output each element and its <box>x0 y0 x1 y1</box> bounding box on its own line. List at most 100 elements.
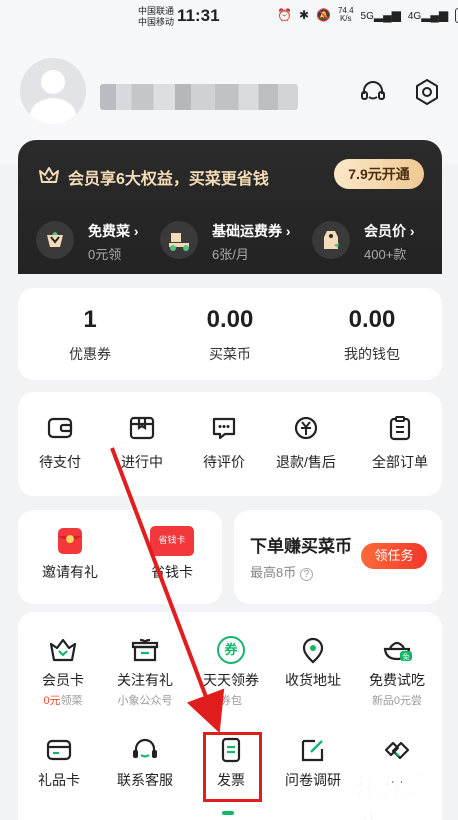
annotation-highlight-box <box>203 732 262 802</box>
avatar-head <box>41 70 65 94</box>
clock: 11:31 <box>177 6 220 25</box>
order-label: 进行中 <box>121 454 163 470</box>
service-delivery-address[interactable]: 收货地址 <box>268 636 358 690</box>
order-label: 退款/售后 <box>276 454 336 470</box>
service-contact-support[interactable]: 联系客服 <box>100 736 190 790</box>
coupon-icon: 券 <box>217 636 245 664</box>
wallet-stats-card: 1 优惠券 0.00 买菜币 0.00 我的钱包 <box>18 288 442 380</box>
net-speed: 74.4 K/s <box>338 7 354 23</box>
benefit-title: 免费菜 › <box>88 223 139 239</box>
order-in-progress[interactable]: 进行中 <box>102 414 182 472</box>
signal-5g: 5G▂▄▆ <box>360 8 401 22</box>
clipboard-icon <box>389 416 411 441</box>
stat-label: 优惠券 <box>69 346 111 362</box>
coupon-badge: 券 <box>224 642 238 657</box>
free-badge: 免 <box>403 652 410 661</box>
benefit-shipping-coupon[interactable]: 基础运费券 › 6张/月 <box>160 215 310 265</box>
service-label: 问卷调研 <box>285 772 341 788</box>
order-label: 待支付 <box>39 454 81 470</box>
service-label: 礼品卡 <box>38 772 80 788</box>
free-veg-glyph <box>47 232 63 247</box>
yuan-refund-icon <box>294 416 318 440</box>
service-label: 收货地址 <box>285 672 341 688</box>
service-free-trial[interactable]: 免 免费试吃 新品0元尝 <box>352 636 442 708</box>
status-bar: 中国联通 中国移动 11:31 ⏰ ✱ 🔕 74.4 K/s 5G▂▄▆ 4G▂… <box>0 0 458 34</box>
earn-coins-card[interactable]: 下单赚买菜币 最高8币 ? 领任务 <box>234 510 442 604</box>
signal-5g-label: 5G <box>360 11 374 22</box>
earn-title: 下单赚买菜币 <box>250 537 352 556</box>
price-tag-icon <box>312 221 350 259</box>
service-sub: 券包 <box>220 695 242 707</box>
benefit-free-veg[interactable]: 免费菜 › 0元领 <box>36 215 156 265</box>
vip-title: 会员享6大权益，买菜更省钱 <box>68 171 269 188</box>
avatar-body <box>30 98 76 124</box>
claim-task-button[interactable]: 领任务 <box>361 543 427 569</box>
package-icon <box>129 416 155 440</box>
earn-sub: 最高8币 ? <box>250 562 313 581</box>
price-tag-glyph <box>324 231 339 249</box>
service-label: 联系客服 <box>117 772 173 788</box>
invite-label: 邀请有礼 <box>42 564 98 580</box>
service-label: 天天领券 <box>203 672 259 688</box>
service-label: 会员卡 <box>42 672 84 688</box>
username-redacted[interactable] <box>100 84 298 110</box>
invite-gift[interactable]: 邀请有礼 <box>30 526 110 582</box>
headset-icon <box>133 738 157 758</box>
benefit-title: 基础运费券 › <box>212 223 291 239</box>
comment-icon <box>212 417 236 440</box>
location-pin-icon <box>302 637 324 664</box>
earn-sub-text: 最高8币 <box>250 565 297 580</box>
savings-card-icon: 省钱卡 <box>150 526 194 556</box>
free-veg-icon <box>36 221 74 259</box>
service-gift-card[interactable]: 礼品卡 <box>14 736 104 790</box>
stat-label: 我的钱包 <box>344 346 400 362</box>
benefit-sub: 6张/月 <box>212 247 249 262</box>
avatar[interactable] <box>20 58 86 124</box>
stat-value: 1 <box>83 306 97 333</box>
gift-card-icon <box>46 739 72 761</box>
basket-icon <box>49 638 77 662</box>
service-member-card[interactable]: 会员卡 0元领菜 <box>18 636 108 708</box>
stat-wallet[interactable]: 0.00 我的钱包 <box>312 306 432 364</box>
signal-4g: 4G▂▄▆ <box>407 8 449 22</box>
invite-savings-card: 邀请有礼 省钱卡 省钱卡 <box>18 510 222 604</box>
settings-icon[interactable] <box>412 77 442 107</box>
service-label: 关注有礼 <box>117 672 173 688</box>
delivery-scooter-icon <box>160 221 198 259</box>
stat-value: 0.00 <box>348 306 396 333</box>
order-to-review[interactable]: 待评价 <box>184 414 264 472</box>
service-label: 免费试吃 <box>369 672 425 688</box>
service-sub-text: 领菜 <box>60 695 83 707</box>
order-pending-payment[interactable]: 待支付 <box>20 414 100 472</box>
service-daily-coupons[interactable]: 券 天天领券 券包 <box>186 636 276 708</box>
stat-grocery-coins[interactable]: 0.00 买菜币 <box>170 306 290 364</box>
page-indicator <box>222 811 234 815</box>
scooter-glyph <box>169 233 189 251</box>
mute-icon: 🔕 <box>316 8 331 22</box>
service-sub: 0元领菜 <box>18 692 108 708</box>
watermark-logo: 乐乐游戏 <box>356 771 438 820</box>
vip-membership-card[interactable]: 会员享6大权益，买菜更省钱 7.9元开通 免费菜 › 0元领 基础运费券 › 6… <box>18 140 442 274</box>
red-envelope-icon <box>58 528 82 554</box>
gift-box-icon <box>131 638 159 662</box>
stat-label: 买菜币 <box>209 346 251 362</box>
savings-card[interactable]: 省钱卡 省钱卡 <box>132 526 212 582</box>
savings-label: 省钱卡 <box>151 564 193 580</box>
free-trial-bowl-icon: 免 <box>383 641 412 661</box>
benefit-title-text: 会员价 <box>364 223 406 239</box>
open-vip-button[interactable]: 7.9元开通 <box>334 159 424 189</box>
order-label: 待评价 <box>203 454 245 470</box>
service-survey[interactable]: 问卷调研 <box>268 736 358 790</box>
customer-service-icon[interactable] <box>358 77 388 107</box>
carrier-1: 中国联通 <box>138 6 175 16</box>
order-refund[interactable]: 退款/售后 <box>266 414 346 472</box>
service-follow-gift[interactable]: 关注有礼 小象公众号 <box>100 636 190 708</box>
question-icon[interactable]: ? <box>299 568 313 581</box>
order-all[interactable]: 全部订单 <box>360 414 440 472</box>
order-label: 全部订单 <box>372 454 428 470</box>
orders-card: 待支付 进行中 待评价 退款/售后 全部订单 <box>18 392 442 496</box>
system-icons: ⏰ ✱ 🔕 74.4 K/s 5G▂▄▆ 4G▂▄▆ 52 <box>277 7 458 23</box>
carrier-2: 中国移动 <box>138 17 175 27</box>
benefit-member-price[interactable]: 会员价 › 400+款 <box>312 215 432 265</box>
stat-coupons[interactable]: 1 优惠券 <box>30 306 150 364</box>
